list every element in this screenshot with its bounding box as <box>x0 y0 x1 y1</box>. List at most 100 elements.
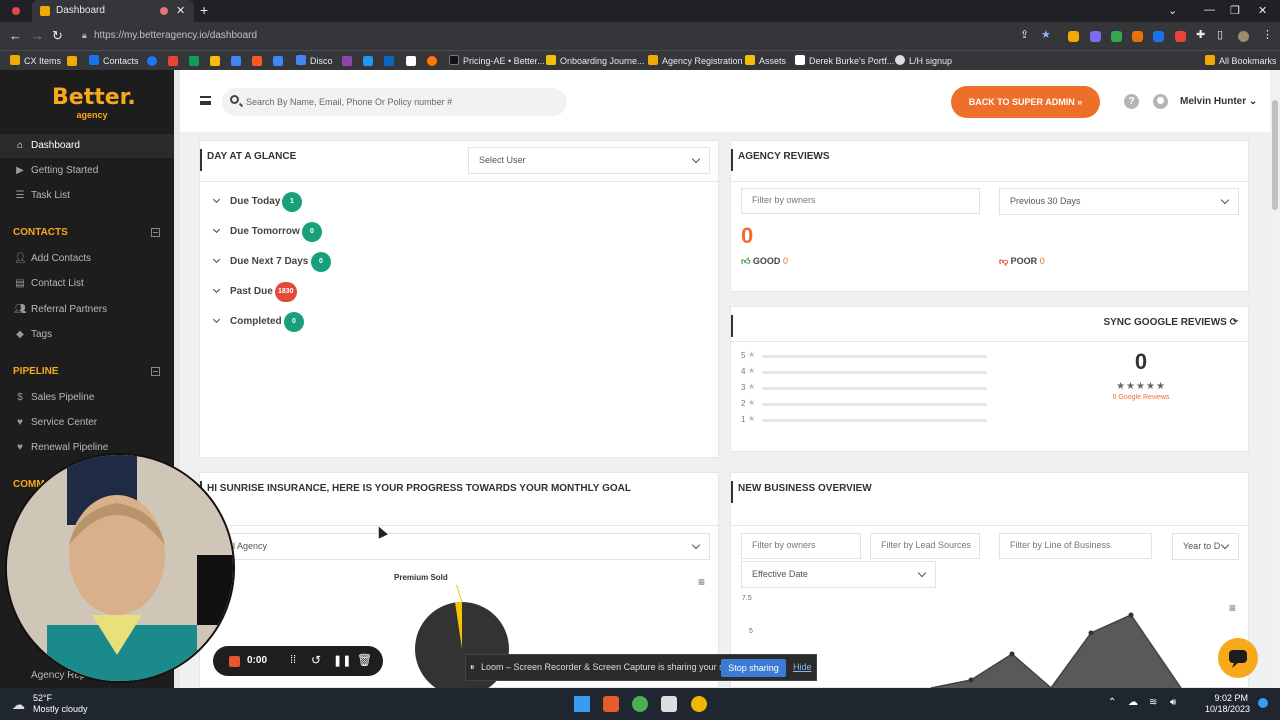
extension-icon[interactable] <box>1175 31 1186 42</box>
search-input[interactable] <box>246 94 556 110</box>
extension-icon[interactable] <box>1153 31 1164 42</box>
hamburger-menu-icon[interactable] <box>200 96 211 105</box>
bookmark-onboarding[interactable]: Onboarding Journe... <box>546 55 645 66</box>
trash-icon[interactable]: 🗑︎ <box>357 653 372 667</box>
sidebar-item-dashboard[interactable]: ⌂ Dashboard <box>0 134 174 158</box>
new-tab-button[interactable]: + <box>200 2 208 18</box>
bookmark-pricing[interactable]: Pricing-AE • Better... <box>449 55 545 66</box>
sidebar-item-service-center[interactable]: ♥ Service Center <box>0 411 174 435</box>
side-panel-icon[interactable]: ▯ <box>1217 28 1223 41</box>
date-type-dropdown[interactable]: Effective Date <box>741 561 936 588</box>
share-icon[interactable]: ⇪ <box>1020 28 1029 41</box>
chrome-icon[interactable] <box>691 696 707 712</box>
chart-menu-icon[interactable]: ≡ <box>698 575 705 589</box>
stop-record-icon[interactable] <box>229 656 240 667</box>
url-field[interactable]: 🔒︎ https://my.betteragency.io/dashboard <box>74 26 1034 46</box>
hide-link[interactable]: Hide <box>793 662 812 672</box>
notion-icon[interactable] <box>406 56 416 66</box>
task-row-past-due[interactable]: Past Due 1830 <box>212 282 412 304</box>
user-avatar-icon[interactable] <box>1153 94 1168 109</box>
clock-date[interactable]: 10/18/2023 <box>1196 704 1250 714</box>
extension-icon[interactable] <box>1111 31 1122 42</box>
agency-dropdown[interactable]: ll Agency <box>210 533 710 560</box>
reload-icon[interactable]: ↻ <box>52 28 63 44</box>
sync-google-reviews-button[interactable]: SYNC GOOGLE REVIEWS ⟳ <box>1103 317 1238 328</box>
sidebar-item-contact-list[interactable]: ▤ Contact List <box>0 272 174 296</box>
windows-start-icon[interactable] <box>574 696 590 712</box>
bookmark-contacts[interactable]: Contacts <box>89 55 139 66</box>
bookmark-agency-registration[interactable]: Agency Registration <box>648 55 743 66</box>
extension-icon[interactable] <box>1068 31 1079 42</box>
sidebar-item-add-contacts[interactable]: 👤︎ Add Contacts <box>0 247 174 271</box>
period-dropdown[interactable]: Previous 30 Days <box>999 188 1239 215</box>
extension-icon[interactable] <box>1090 31 1101 42</box>
task-row-due-tomorrow[interactable]: Due Tomorrow 0 <box>212 222 412 244</box>
sidebar-item-sales-pipeline[interactable]: $ Sales Pipeline <box>0 386 174 410</box>
scrollbar-thumb[interactable] <box>1272 100 1278 210</box>
back-to-super-admin-button[interactable]: BACK TO SUPER ADMIN » <box>951 86 1100 118</box>
sidebar-item-referral-partners[interactable]: 👥︎ Referral Partners <box>0 298 174 322</box>
stop-sharing-button[interactable]: Stop sharing <box>721 659 786 677</box>
sidebar-item-getting-started[interactable]: ▶ Getting Started <box>0 159 174 183</box>
onedrive-icon[interactable]: ☁ <box>1128 697 1138 708</box>
gmail-icon[interactable] <box>168 56 178 66</box>
bookmark-lh-signup[interactable]: L/H signup <box>895 55 952 66</box>
help-icon[interactable]: ? <box>1124 94 1139 109</box>
speaker-icon[interactable]: 🔊︎ <box>1170 697 1176 708</box>
chat-widget-button[interactable] <box>1218 638 1258 678</box>
bookmark-icon[interactable] <box>427 56 437 66</box>
forward-arrow-icon[interactable]: → <box>31 28 44 43</box>
bookmark-disco[interactable]: Disco <box>296 55 333 66</box>
filter-lead-sources-input[interactable]: Filter by Lead Sources <box>870 533 980 559</box>
minimize-button[interactable]: — <box>1204 4 1215 16</box>
back-arrow-icon[interactable]: ← <box>9 28 22 43</box>
google-reviews-link[interactable]: 0 Google Reviews <box>1091 394 1191 401</box>
bookmark-icon[interactable] <box>252 56 262 66</box>
bookmark-icon[interactable] <box>342 56 352 66</box>
collapse-icon[interactable] <box>151 228 160 237</box>
task-row-completed[interactable]: Completed 0 <box>212 312 412 334</box>
user-menu[interactable]: Melvin Hunter ⌄ <box>1180 96 1257 107</box>
grid-icon[interactable]: ⁞⁞ <box>290 654 296 666</box>
sheets-icon[interactable] <box>189 56 199 66</box>
select-user-dropdown[interactable]: Select User <box>468 147 710 174</box>
slack-icon[interactable] <box>661 696 677 712</box>
bookmark-assets[interactable]: Assets <box>745 55 786 66</box>
tab-close-icon[interactable]: ✕ <box>176 4 185 17</box>
pause-icon[interactable]: ❚❚ <box>333 654 351 667</box>
notification-icon[interactable] <box>1258 698 1268 708</box>
brand-logo[interactable]: Better. agency <box>52 86 136 121</box>
tray-chevron-icon[interactable]: ⌃ <box>1108 697 1116 708</box>
chrome-icon[interactable] <box>632 696 648 712</box>
extensions-puzzle-icon[interactable]: ✚ <box>1196 28 1205 41</box>
bookmark-portfolio[interactable]: Derek Burke's Portf... <box>795 55 894 66</box>
all-bookmarks[interactable]: All Bookmarks <box>1205 55 1277 66</box>
filter-owners-input[interactable]: Filter by owners <box>741 533 861 559</box>
profile-avatar-icon[interactable] <box>1238 31 1249 42</box>
task-row-due-next-7-days[interactable]: Due Next 7 Days 0 <box>212 252 412 274</box>
wifi-icon[interactable]: ≋ <box>1149 697 1157 708</box>
browser-tab-dashboard[interactable]: Dashboard ✕ <box>32 0 194 22</box>
bookmark-icon[interactable] <box>363 56 373 66</box>
docs-icon[interactable] <box>231 56 241 66</box>
brave-icon[interactable] <box>603 696 619 712</box>
period-dropdown[interactable]: Year to D <box>1172 533 1239 560</box>
clock-time[interactable]: 9:02 PM <box>1202 693 1248 703</box>
bookmark-star-icon[interactable]: ★ <box>1041 28 1051 41</box>
collapse-icon[interactable] <box>151 367 160 376</box>
weather-temp[interactable]: 52°F <box>33 693 52 703</box>
bookmark-cx-items[interactable]: CX Items <box>10 55 61 66</box>
filter-line-of-business-input[interactable]: Filter by Line of Business <box>999 533 1152 559</box>
linkedin-icon[interactable] <box>384 56 394 66</box>
maximize-button[interactable]: ❐ <box>1230 4 1240 17</box>
bookmark-icon[interactable] <box>67 56 77 66</box>
calendar-icon[interactable] <box>273 56 283 66</box>
page-scrollbar[interactable] <box>1270 70 1280 688</box>
weather-desc[interactable]: Mostly cloudy <box>33 704 88 714</box>
filter-owners-input[interactable]: Filter by owners <box>741 188 980 214</box>
browser-menu-icon[interactable]: ⋮ <box>1262 28 1273 41</box>
tab-search-icon[interactable]: ⌄ <box>1168 4 1177 17</box>
window-close-button[interactable]: ✕ <box>1258 4 1267 17</box>
extension-icon[interactable] <box>1132 31 1143 42</box>
drive-icon[interactable] <box>210 56 220 66</box>
